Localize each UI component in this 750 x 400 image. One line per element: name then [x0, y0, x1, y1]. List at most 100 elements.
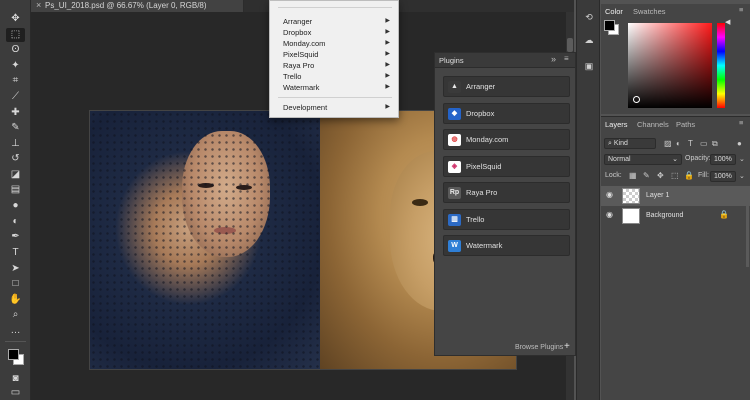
healing-tool[interactable]: ✚	[6, 106, 25, 120]
tab-swatches[interactable]: Swatches	[633, 7, 666, 16]
submenu-arrow-icon: ▶	[385, 18, 390, 24]
blur-tool[interactable]: ●	[6, 199, 25, 213]
plugin-button-trello[interactable]: ▥ Trello	[443, 208, 570, 230]
magic-wand-tool[interactable]: ✦	[6, 59, 25, 73]
zoom-tool[interactable]: ⌕	[6, 308, 25, 322]
menu-item-raya-pro[interactable]: Raya Pro ▶	[283, 60, 393, 71]
lock-position-icon[interactable]: ✥	[657, 171, 664, 180]
color-picker-handle[interactable]	[633, 96, 640, 103]
layer-row[interactable]: ◉ Background 🔒	[601, 206, 750, 226]
hand-tool[interactable]: ✋	[6, 293, 25, 307]
brush-tool[interactable]: ✎	[6, 121, 25, 135]
blend-mode-select[interactable]: Normal ⌄	[604, 154, 682, 165]
panel-menu-icon[interactable]: ≡	[564, 54, 569, 63]
plugins-panel-icon[interactable]: ▣	[582, 60, 596, 72]
color-saturation-field[interactable]	[628, 23, 712, 108]
fill-label: Fill:	[698, 172, 709, 179]
filter-adjustment-icon[interactable]: ◐	[676, 139, 681, 148]
menu-item-pixelsquid[interactable]: PixelSquid ▶	[283, 49, 393, 60]
plugin-button-pixelsquid[interactable]: ◈ PixelSquid	[443, 155, 570, 177]
plugin-button-monday-com[interactable]: ◍ Monday.com	[443, 129, 570, 150]
rectangular-marquee-icon: ⬚	[10, 29, 21, 40]
dropbox-icon: ◆	[448, 107, 461, 120]
crop-tool[interactable]: ⌗	[6, 74, 25, 88]
eyedropper-tool[interactable]: ⟋	[6, 90, 25, 104]
tab-channels[interactable]: Channels	[637, 120, 669, 129]
plugin-button-arranger[interactable]: ▲ Arranger	[443, 76, 570, 97]
lock-image-icon[interactable]: ✎	[643, 171, 650, 180]
rectangle-tool[interactable]: □	[6, 277, 25, 291]
type-icon: T	[12, 247, 19, 258]
tab-color[interactable]: Color	[605, 7, 623, 16]
gradient-tool[interactable]: ▤	[6, 183, 25, 197]
opacity-dropdown-icon[interactable]: ⌄	[739, 155, 745, 163]
hand-icon: ✋	[9, 294, 22, 305]
brush-icon: ✎	[11, 122, 20, 133]
foreground-color-swatch[interactable]	[604, 20, 615, 31]
color-panel: Color Swatches ≡ ◀	[601, 4, 750, 114]
opacity-input[interactable]: 100%	[710, 154, 736, 165]
menu-item-arranger[interactable]: Arranger ▶	[283, 16, 393, 27]
tab-paths[interactable]: Paths	[676, 120, 695, 129]
pen-tool[interactable]: ✒	[6, 230, 25, 244]
fill-input[interactable]: 100%	[710, 171, 736, 182]
browse-plugins-link[interactable]: Browse Plugins	[515, 344, 563, 351]
menu-item-trello[interactable]: Trello ▶	[283, 71, 393, 82]
filter-type-icon[interactable]: T	[688, 139, 693, 148]
filter-smart-object-icon[interactable]: ⧉	[712, 139, 718, 149]
menu-item-development[interactable]: Development ▶	[283, 102, 393, 113]
lasso-tool[interactable]: ʘ	[6, 43, 25, 57]
lock-all-icon[interactable]: 🔒	[684, 171, 694, 180]
scrollbar-thumb[interactable]	[567, 38, 573, 52]
panel-menu-icon[interactable]: ≡	[739, 5, 743, 14]
move-tool[interactable]: ✥	[6, 12, 25, 26]
submenu-arrow-icon: ▶	[385, 62, 390, 68]
more-tools[interactable]: …	[6, 324, 25, 338]
add-plugin-icon[interactable]: +	[564, 341, 570, 352]
plugin-button-watermark[interactable]: W Watermark	[443, 235, 570, 256]
fill-dropdown-icon[interactable]: ⌄	[739, 172, 745, 180]
layers-scrollbar[interactable]	[746, 187, 749, 267]
menu-item-dropbox[interactable]: Dropbox ▶	[283, 27, 393, 38]
crop-icon: ⌗	[12, 75, 19, 86]
filter-pixel-icon[interactable]: ▨	[664, 139, 672, 148]
type-tool[interactable]: T	[6, 246, 25, 260]
plugin-button-raya-pro[interactable]: Rp Raya Pro	[443, 182, 570, 203]
history-brush-tool[interactable]: ↺	[6, 152, 25, 166]
history-brush-icon: ↺	[11, 153, 20, 164]
tab-layers[interactable]: Layers	[605, 120, 628, 129]
lock-transparent-icon[interactable]: ▦	[629, 171, 637, 180]
path-selection-tool[interactable]: ➤	[6, 262, 25, 276]
filter-shape-icon[interactable]: ▭	[700, 139, 708, 148]
plugins-dropdown-menu: Arranger ▶ Dropbox ▶ Monday.com ▶ PixelSquid ▶ R…	[269, 0, 399, 118]
layer-name: Background	[646, 212, 684, 219]
foreground-color-swatch[interactable]	[8, 349, 19, 360]
visibility-eye-icon[interactable]: ◉	[606, 190, 613, 199]
plugin-button-dropbox[interactable]: ◆ Dropbox	[443, 102, 570, 124]
history-panel-icon[interactable]: ⟲	[582, 11, 596, 23]
screen-mode-icon[interactable]: ▭	[6, 386, 25, 400]
submenu-arrow-icon: ▶	[385, 29, 390, 35]
panel-menu-icon[interactable]: ≡	[739, 118, 743, 127]
clone-stamp-tool[interactable]: ⊥	[6, 137, 25, 151]
visibility-eye-icon[interactable]: ◉	[606, 210, 613, 219]
hue-slider-handle-icon[interactable]: ◀	[725, 18, 730, 26]
hue-slider[interactable]	[717, 23, 725, 108]
quick-mask-icon[interactable]: ◙	[6, 372, 25, 386]
layer-row[interactable]: ◉ Layer 1	[601, 186, 750, 206]
lock-icon: 🔒	[719, 210, 729, 219]
close-tab-icon[interactable]: ×	[36, 0, 41, 10]
document-tab-title: Ps_UI_2018.psd @ 66.67% (Layer 0, RGB/8)	[45, 1, 207, 10]
menu-item-monday-com[interactable]: Monday.com ▶	[283, 38, 393, 49]
plugins-panel-title[interactable]: Plugins	[439, 56, 464, 65]
lock-artboard-icon[interactable]: ⬚	[671, 171, 679, 180]
marquee-tool[interactable]: ⬚	[6, 28, 25, 42]
document-tab[interactable]: × Ps_UI_2018.psd @ 66.67% (Layer 0, RGB/…	[31, 0, 244, 12]
libraries-panel-icon[interactable]: ☁	[582, 34, 596, 46]
layer-filter-select[interactable]: ⌕ Kind	[604, 138, 656, 149]
filter-toggle-icon[interactable]: ●	[737, 139, 742, 148]
menu-item-watermark[interactable]: Watermark ▶	[283, 82, 393, 93]
collapse-panel-icon[interactable]: »	[551, 54, 556, 64]
dodge-tool[interactable]: ◐	[6, 215, 25, 229]
eraser-tool[interactable]: ◪	[6, 168, 25, 182]
